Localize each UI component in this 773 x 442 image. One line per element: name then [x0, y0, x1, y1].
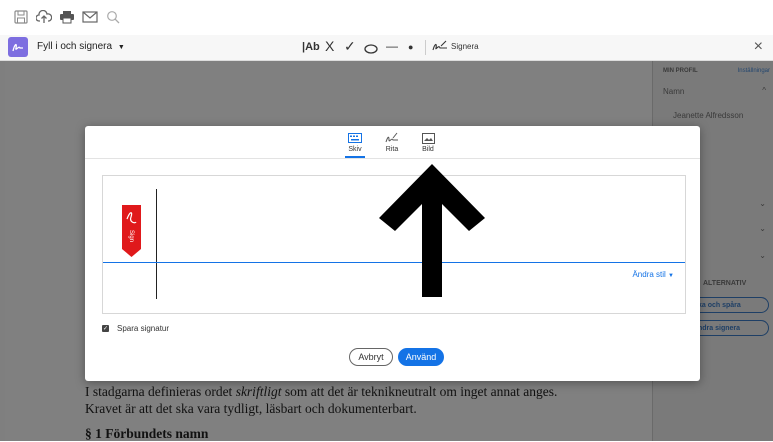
signature-tabs: Skiv Rita Bild [85, 126, 700, 159]
tab-type-label: Skiv [348, 146, 362, 153]
save-signature-label: Spara signatur [117, 324, 170, 333]
document-emphasis: skriftligt [235, 384, 282, 399]
document-line-2: Kravet är att det ska vara tydligt, läsb… [85, 401, 417, 416]
fill-sign-toolbar: Fyll i och signera ▼ |Ab X ✓ — ● Signera… [0, 35, 773, 61]
adobe-sign-flag: Sign [122, 205, 141, 257]
request-signatures-label: ndra signera [698, 324, 741, 332]
caret-down-icon: ▼ [668, 273, 674, 279]
cancel-button[interactable]: Avbryt [349, 348, 393, 366]
profile-name-value[interactable]: Jeanette Alfredsson [673, 111, 743, 120]
document-line-1-start: I stadgarna definieras ordet [85, 384, 236, 399]
caret-down-icon: ▼ [117, 44, 125, 51]
fill-sign-dropdown[interactable]: Fyll i och signera ▼ [37, 41, 125, 52]
tab-image-label: Bild [422, 146, 434, 153]
chevron-down-icon[interactable]: ⌄ [759, 251, 766, 260]
chevron-down-icon[interactable]: ⌄ [759, 224, 766, 233]
tab-draw[interactable]: Rita [375, 132, 409, 153]
text-tool[interactable]: |Ab [302, 41, 320, 53]
active-tab-indicator [345, 156, 365, 158]
change-style-dropdown[interactable]: Ändra stil ▼ [632, 270, 674, 279]
line-tool[interactable]: — [386, 39, 398, 53]
circle-tool[interactable] [364, 42, 378, 57]
tab-type[interactable]: Skiv [338, 132, 372, 158]
alternatives-label: ALTERNATIV [703, 280, 747, 287]
document-heading: § 1 Förbundets namn [85, 426, 209, 441]
check-tool[interactable]: ✓ [344, 38, 356, 55]
upload-icon[interactable] [35, 8, 53, 26]
fill-sign-icon[interactable] [8, 37, 28, 57]
sign-tool-label: Signera [451, 41, 479, 51]
tab-image[interactable]: Bild [411, 132, 445, 153]
draw-pen-icon [375, 132, 409, 144]
request-signatures-button[interactable]: ndra signera [689, 320, 769, 336]
text-cursor [156, 189, 157, 299]
my-profile-label: MIN PROFIL [663, 68, 698, 74]
apply-button[interactable]: Använd [398, 348, 444, 366]
sign-flag-text: Sign [128, 229, 135, 243]
save-signature-row[interactable]: ✓ Spara signatur [102, 324, 169, 333]
name-label: Namn [663, 87, 685, 96]
close-fill-sign-button[interactable]: × [754, 38, 763, 56]
keyboard-icon [338, 132, 372, 144]
top-toolbar [0, 0, 773, 36]
send-track-button[interactable]: ka och spåra [689, 297, 769, 313]
signature-dialog: Skiv Rita Bild Sign Ändra stil ▼ ✓ Spara… [85, 126, 700, 381]
toolbar-divider [425, 40, 426, 55]
fill-sign-label: Fyll i och signera [37, 41, 113, 52]
print-icon[interactable] [58, 8, 76, 26]
document-line-1: I stadgarna definieras ordet skriftligt … [85, 384, 645, 400]
tab-draw-label: Rita [385, 146, 399, 153]
checkbox-checked-icon[interactable]: ✓ [102, 325, 109, 332]
search-icon[interactable] [104, 8, 122, 26]
up-arrow-annotation [379, 164, 485, 297]
dot-tool[interactable]: ● [408, 42, 413, 52]
chevron-up-icon[interactable]: ^ [762, 86, 766, 95]
sign-tool[interactable]: Signera [432, 40, 479, 52]
cross-tool[interactable]: X [325, 38, 334, 54]
send-track-label: ka och spåra [698, 301, 741, 309]
settings-link[interactable]: Inställningar [738, 68, 770, 74]
mail-icon[interactable] [81, 8, 99, 26]
signature-pen-icon [432, 40, 447, 51]
document-line-1-end: som att det är teknikneutralt om inget a… [281, 384, 558, 399]
chevron-down-icon[interactable]: ⌄ [759, 199, 766, 208]
save-icon[interactable] [12, 8, 30, 26]
change-style-label: Ändra stil [632, 270, 666, 279]
image-icon [411, 132, 445, 144]
